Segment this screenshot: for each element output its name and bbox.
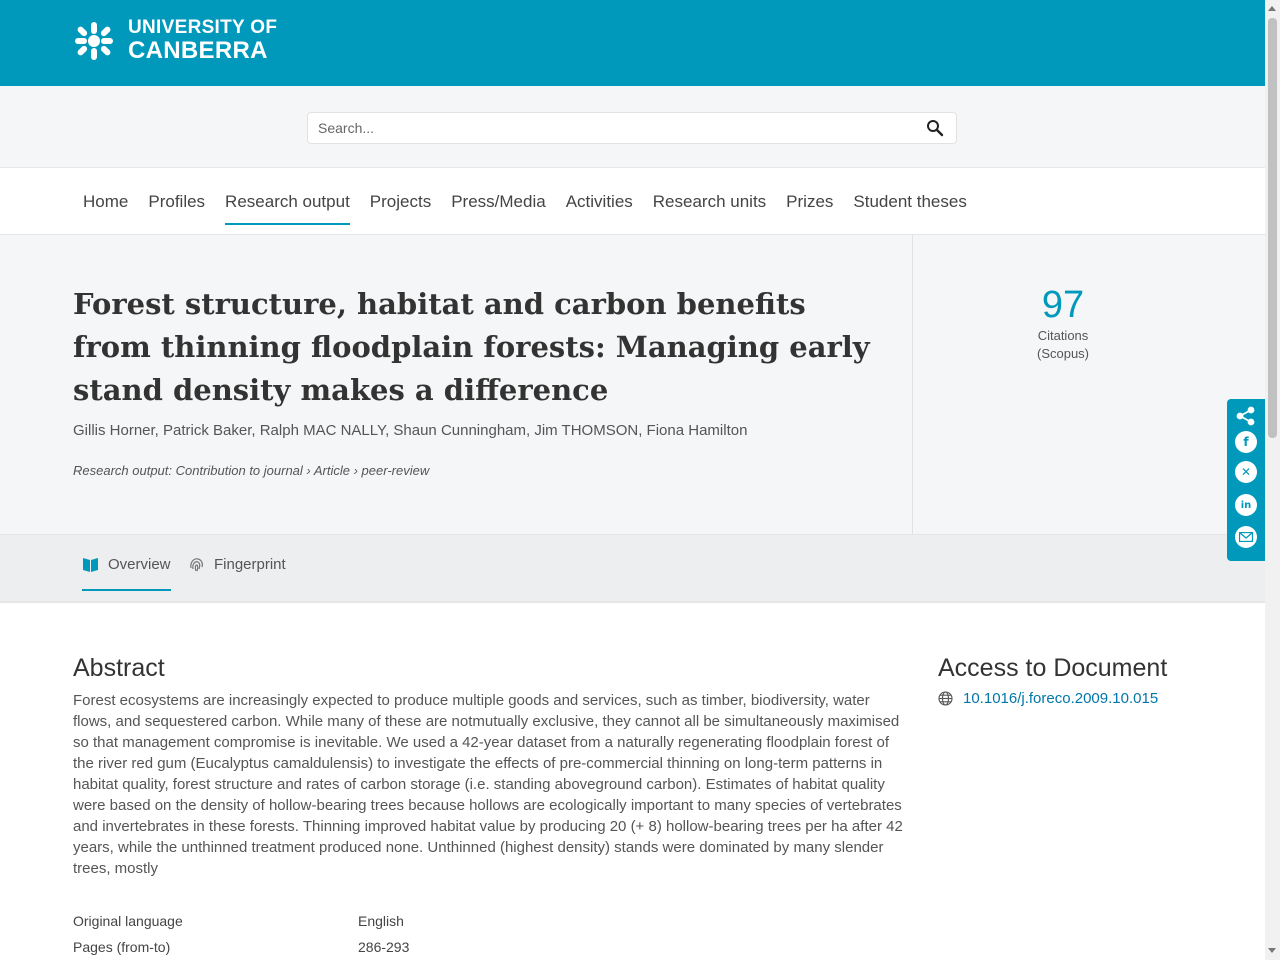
citation-label-line2: (Scopus) xyxy=(1036,346,1090,361)
abstract-heading: Abstract xyxy=(73,654,165,682)
university-logo[interactable]: UNIVERSITY OF CANBERRA xyxy=(72,18,277,63)
page-title: Forest structure, habitat and carbon ben… xyxy=(73,287,870,407)
nav-item-home[interactable]: Home xyxy=(73,168,138,235)
page-scrollbar[interactable] xyxy=(1265,0,1280,960)
citation-count: 97 xyxy=(1041,284,1085,326)
tab-fingerprint-label: Fingerprint xyxy=(214,555,286,573)
nav-item-activities[interactable]: Activities xyxy=(556,168,643,235)
book-icon xyxy=(83,557,98,572)
share-sidebar: f ✕ in xyxy=(1227,399,1265,561)
logo-mark-icon xyxy=(75,21,113,60)
linkedin-icon[interactable]: in xyxy=(1235,494,1257,516)
x-icon[interactable]: ✕ xyxy=(1235,461,1257,483)
logo-wordmark: UNIVERSITY OF CANBERRA xyxy=(128,18,277,63)
fingerprint-icon xyxy=(190,557,203,571)
tab-fingerprint[interactable]: Fingerprint xyxy=(188,535,286,593)
doi-link-row: 10.1016/j.foreco.2009.10.015 xyxy=(938,690,1158,707)
nav-item-press-media[interactable]: Press/Media xyxy=(441,168,555,235)
scroll-up-arrow-icon[interactable] xyxy=(1268,6,1276,11)
detail-key-language: Original language xyxy=(73,913,183,929)
nav-item-projects[interactable]: Projects xyxy=(360,168,441,235)
content-tabs: Overview Fingerprint xyxy=(0,535,1265,603)
email-icon[interactable] xyxy=(1235,526,1257,548)
tab-overview-label: Overview xyxy=(108,555,171,573)
search-box xyxy=(307,112,957,144)
scroll-down-arrow-icon[interactable] xyxy=(1268,948,1276,953)
nav-item-prizes[interactable]: Prizes xyxy=(776,168,843,235)
citation-metric[interactable]: 97 Citations (Scopus) xyxy=(1000,285,1126,363)
scrollbar-thumb[interactable] xyxy=(1268,18,1277,438)
section-divider xyxy=(912,235,913,535)
nav-item-student-theses[interactable]: Student theses xyxy=(843,168,976,235)
globe-icon xyxy=(938,691,953,706)
search-band xyxy=(0,86,1265,168)
doi-link[interactable]: 10.1016/j.foreco.2009.10.015 xyxy=(963,690,1158,707)
main-navigation: Home Profiles Research output Projects P… xyxy=(0,168,1265,235)
detail-value-language: English xyxy=(358,913,404,929)
logo-line2: CANBERRA xyxy=(128,37,268,64)
citation-label-line1: Citations xyxy=(1037,328,1089,343)
tab-overview[interactable]: Overview xyxy=(82,535,171,593)
share-icon[interactable] xyxy=(1235,405,1257,427)
site-header: UNIVERSITY OF CANBERRA xyxy=(0,0,1265,86)
nav-item-research-units[interactable]: Research units xyxy=(643,168,776,235)
detail-key-pages: Pages (from-to) xyxy=(73,939,171,955)
facebook-icon[interactable]: f xyxy=(1235,431,1257,453)
author-list[interactable]: Gillis Horner, Patrick Baker, Ralph MAC … xyxy=(73,422,747,439)
detail-value-pages: 286-293 xyxy=(358,939,410,955)
nav-item-research-output[interactable]: Research output xyxy=(215,168,360,235)
search-icon[interactable] xyxy=(926,119,944,137)
search-input[interactable] xyxy=(308,113,908,143)
logo-line1: UNIVERSITY OF xyxy=(128,17,278,38)
nav-item-profiles[interactable]: Profiles xyxy=(138,168,215,235)
publication-type: Research output: Contribution to journal… xyxy=(73,463,430,478)
publication-header: Forest structure, habitat and carbon ben… xyxy=(0,235,1265,535)
access-heading: Access to Document xyxy=(938,654,1168,682)
abstract-text: Forest ecosystems are increasingly expec… xyxy=(73,692,903,877)
